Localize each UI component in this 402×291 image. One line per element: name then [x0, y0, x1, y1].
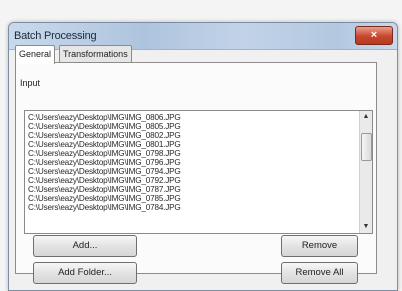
- list-item[interactable]: C:\Users\eazy\Desktop\IMG\IMG_0802.JPG: [28, 131, 181, 140]
- list-item[interactable]: C:\Users\eazy\Desktop\IMG\IMG_0794.JPG: [28, 167, 181, 176]
- list-item[interactable]: C:\Users\eazy\Desktop\IMG\IMG_0796.JPG: [28, 158, 181, 167]
- list-item[interactable]: C:\Users\eazy\Desktop\IMG\IMG_0792.JPG: [28, 176, 181, 185]
- tab-general[interactable]: General: [15, 45, 56, 64]
- scroll-thumb[interactable]: [361, 133, 372, 161]
- window-title: Batch Processing: [14, 30, 97, 42]
- vertical-scrollbar[interactable]: ▲ ▼: [359, 111, 372, 233]
- down-arrow-icon[interactable]: ▼: [360, 221, 372, 233]
- add-button[interactable]: Add...: [33, 235, 137, 257]
- list-item[interactable]: C:\Users\eazy\Desktop\IMG\IMG_0787.JPG: [28, 185, 181, 194]
- add-folder-button[interactable]: Add Folder...: [33, 262, 137, 284]
- list-item[interactable]: C:\Users\eazy\Desktop\IMG\IMG_0806.JPG: [28, 113, 181, 122]
- list-item[interactable]: C:\Users\eazy\Desktop\IMG\IMG_0805.JPG: [28, 122, 181, 131]
- list-item[interactable]: C:\Users\eazy\Desktop\IMG\IMG_0785.JPG: [28, 194, 181, 203]
- input-label: Input: [20, 78, 41, 88]
- close-button[interactable]: ×: [355, 26, 393, 45]
- list-item[interactable]: C:\Users\eazy\Desktop\IMG\IMG_0801.JPG: [28, 140, 181, 149]
- remove-button[interactable]: Remove: [281, 235, 358, 257]
- tab-transformations[interactable]: Transformations: [59, 45, 132, 63]
- up-arrow-icon[interactable]: ▲: [360, 111, 372, 123]
- list-item[interactable]: C:\Users\eazy\Desktop\IMG\IMG_0798.JPG: [28, 149, 181, 158]
- input-file-list[interactable]: C:\Users\eazy\Desktop\IMG\IMG_0806.JPG C…: [24, 110, 373, 234]
- remove-all-button[interactable]: Remove All: [281, 262, 358, 284]
- list-item[interactable]: C:\Users\eazy\Desktop\IMG\IMG_0784.JPG: [28, 203, 181, 212]
